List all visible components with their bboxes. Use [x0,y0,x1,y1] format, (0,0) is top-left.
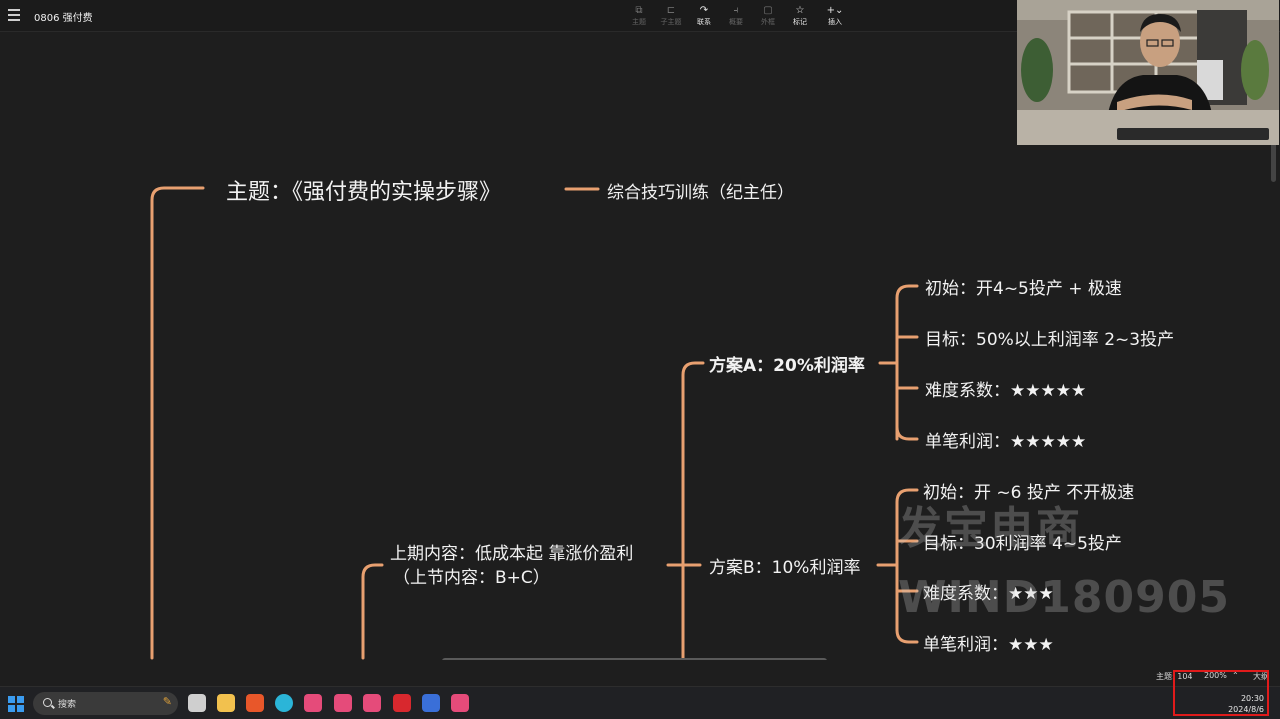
plan-a-difficulty-topic[interactable]: 难度系数：★★★★★ [925,376,1086,401]
search-icon [43,698,52,707]
previous-content-line-2: （上节内容：B+C） [393,568,550,588]
clock-highlight-box [1173,670,1269,716]
task-view-icon[interactable] [188,694,206,712]
plan-a-spine-line [895,284,919,441]
app-pink-3-icon[interactable] [363,694,381,712]
wps-icon[interactable] [393,694,411,712]
windows-start-icon[interactable] [8,696,24,712]
plan-b-goal-topic[interactable]: 目标：30利润率 4~5投产 [923,529,1122,554]
root-sibling-topic[interactable]: 综合技巧训练（纪主任） [607,178,794,203]
plan-b-child-4-line [895,628,919,644]
toolbar-summary-button[interactable]: ⫞ 概要 [721,4,751,27]
plan-a-topic[interactable]: 方案A：20%利润率 [709,351,865,376]
prev-branch-line [361,563,384,660]
plan-b-initial-topic[interactable]: 初始：开 ~6 投产 不开极速 [923,478,1134,503]
app-pink-2-icon[interactable] [334,694,352,712]
relationship-icon: ↷ [699,5,709,16]
subtopic-icon: ⊏ [666,5,676,16]
topic-icon: ⧉ [635,5,643,16]
plan-a-initial-topic[interactable]: 初始：开4~5投产 + 极速 [925,274,1122,299]
app-pink-1-icon[interactable] [304,694,322,712]
insert-plus-icon: +⌄ [826,5,844,16]
plan-b-topic[interactable]: 方案B：10%利润率 [709,553,860,578]
file-explorer-icon[interactable] [217,694,235,712]
edge-icon[interactable] [275,694,293,712]
toolbar-boundary-button[interactable]: ▢ 外框 [753,4,783,27]
plan-b-spine-line [895,488,919,632]
webcam-overlay [1017,0,1279,145]
previous-content-line-1: 上期内容：低成本起 靠涨价盈利 [390,544,634,564]
document-title: 0806 强付费 [34,13,93,24]
plan-b-difficulty-topic[interactable]: 难度系数：★★★ [923,579,1054,604]
toolbar-relationship-button[interactable]: ↷ 联系 [689,4,719,27]
xmind-icon[interactable] [246,694,264,712]
toolbar-subtopic-button[interactable]: ⊏ 子主题 [656,4,686,27]
plan-b-profit-topic[interactable]: 单笔利润：★★★ [923,630,1054,655]
windows-taskbar: 搜索 ✎ 20:30 2024/8/6 [0,686,1280,719]
screen-recorder-icon[interactable] [422,694,440,712]
plan-a-child-4-line [895,425,919,441]
previous-content-topic[interactable]: 上期内容：低成本起 靠涨价盈利 （上节内容：B+C） [390,542,633,590]
taskbar-search-box[interactable]: 搜索 ✎ [33,692,178,715]
marker-star-icon: ☆ [795,5,805,16]
root-topic[interactable]: 主题：《强付费的实操步骤》 [226,174,501,206]
toolbar-marker-button[interactable]: ☆ 标记 [785,4,815,27]
search-label: 搜索 [58,700,77,710]
root-branch-line [150,186,205,660]
presenter-video-image [1017,0,1279,145]
toolbar-insert-button[interactable]: +⌄ 插入 [820,4,850,27]
plans-spine-line [681,361,705,660]
app-pink-4-icon[interactable] [451,694,469,712]
hamburger-menu-icon[interactable] [8,9,20,21]
summary-icon: ⫞ [733,5,739,16]
search-highlight-icon: ✎ [162,695,172,708]
plan-a-goal-topic[interactable]: 目标：50%以上利润率 2~3投产 [925,325,1174,350]
plan-a-profit-topic[interactable]: 单笔利润：★★★★★ [925,427,1086,452]
toolbar-topic-button[interactable]: ⧉ 主题 [624,4,654,27]
status-bar: 主题: 104 200% ⌃ 大纲 [0,660,1280,686]
boundary-icon: ▢ [763,5,773,16]
